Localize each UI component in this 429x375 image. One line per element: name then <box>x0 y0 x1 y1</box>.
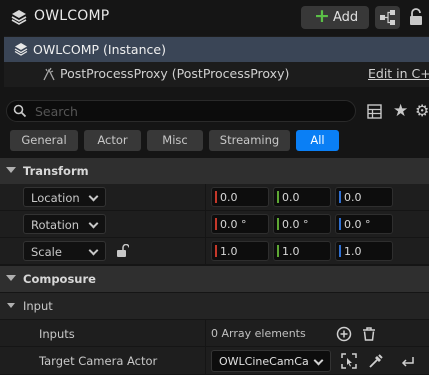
chevron-down-icon <box>88 218 99 229</box>
hierarchy-icon <box>380 10 395 25</box>
collapse-arrow-icon <box>6 167 16 173</box>
layers-icon <box>14 43 28 56</box>
postprocess-icon <box>43 67 55 81</box>
tree-item-label: PostProcessProxy (PostProcessProxy) <box>60 66 290 81</box>
trash-icon[interactable] <box>361 326 377 342</box>
collapse-arrow-icon <box>7 303 15 308</box>
location-y-field[interactable]: 0.0 <box>273 187 331 207</box>
location-y-value: 0.0 <box>282 191 300 204</box>
actor-title: OWLCOMP <box>34 8 110 24</box>
target-camera-actor-dropdown[interactable]: OWLCineCamCapture <box>211 350 331 372</box>
tab-misc[interactable]: Misc <box>147 130 203 151</box>
layers-icon <box>11 10 27 25</box>
y-axis-indicator <box>277 191 279 203</box>
property-row-rotation: Rotation 0.0 ° 0.0 ° 0.0 ° <box>0 211 429 238</box>
tab-actor[interactable]: Actor <box>84 130 141 151</box>
add-element-icon[interactable] <box>336 326 352 342</box>
subsection-title: Input <box>23 299 53 313</box>
rotation-y-value: 0.0 ° <box>282 218 309 231</box>
tree-item-root[interactable]: OWLCOMP (Instance) <box>4 37 429 62</box>
inputs-array-count: 0 Array elements <box>211 327 306 340</box>
search-input[interactable]: Search <box>6 100 356 122</box>
property-matrix-icon[interactable] <box>367 104 382 119</box>
scale-x-value: 1.0 <box>220 245 238 258</box>
tab-general[interactable]: General <box>10 130 78 151</box>
y-axis-indicator <box>277 218 279 230</box>
section-composure[interactable]: Composure <box>0 266 429 292</box>
location-x-value: 0.0 <box>220 191 238 204</box>
property-row-inputs: Inputs 0 Array elements <box>0 320 429 347</box>
scale-x-field[interactable]: 1.0 <box>211 241 269 261</box>
blueprint-button[interactable] <box>375 6 400 29</box>
location-x-field[interactable]: 0.0 <box>211 187 269 207</box>
gear-icon[interactable]: ⚙ <box>415 101 429 120</box>
eyedropper-icon[interactable] <box>368 353 384 369</box>
z-axis-indicator <box>339 218 341 230</box>
tree-item-postprocess[interactable]: PostProcessProxy (PostProcessProxy) Edit… <box>4 62 429 86</box>
tab-streaming[interactable]: Streaming <box>209 130 290 151</box>
section-title: Composure <box>23 272 96 286</box>
rotation-x-field[interactable]: 0.0 ° <box>211 214 269 234</box>
column-divider <box>205 320 206 347</box>
subsection-input[interactable]: Input <box>0 293 429 319</box>
x-axis-indicator <box>215 191 217 203</box>
location-z-value: 0.0 <box>344 191 362 204</box>
location-label: Location <box>31 191 80 205</box>
scale-mode-dropdown[interactable]: Scale <box>23 241 106 261</box>
tab-all[interactable]: All <box>296 130 339 151</box>
add-button-label: Add <box>333 10 359 25</box>
unlock-icon[interactable] <box>117 244 129 258</box>
location-mode-dropdown[interactable]: Location <box>23 187 106 207</box>
column-divider <box>205 184 206 211</box>
rotation-z-field[interactable]: 0.0 ° <box>335 214 393 234</box>
tree-item-label: OWLCOMP (Instance) <box>33 42 166 57</box>
rotation-label: Rotation <box>31 218 80 232</box>
column-divider <box>205 211 206 238</box>
location-z-field[interactable]: 0.0 <box>335 187 393 207</box>
property-row-scale: Scale 1.0 1.0 1.0 <box>0 238 429 265</box>
column-divider <box>205 347 206 374</box>
target-camera-value: OWLCineCamCapture <box>219 355 309 368</box>
y-axis-indicator <box>277 245 279 257</box>
search-placeholder: Search <box>35 104 78 119</box>
x-axis-indicator <box>215 245 217 257</box>
column-divider <box>205 238 206 265</box>
property-row-target-camera: Target Camera Actor OWLCineCamCapture <box>0 347 429 375</box>
scale-y-field[interactable]: 1.0 <box>273 241 331 261</box>
z-axis-indicator <box>339 245 341 257</box>
filter-tabs: General Actor Misc Streaming All <box>0 130 429 154</box>
scale-z-value: 1.0 <box>344 245 362 258</box>
search-icon <box>13 104 27 118</box>
select-actor-icon[interactable] <box>341 353 357 369</box>
z-axis-indicator <box>339 191 341 203</box>
rotation-x-value: 0.0 ° <box>220 218 247 231</box>
chevron-down-icon <box>88 191 99 202</box>
inputs-label: Inputs <box>39 327 75 341</box>
details-header: OWLCOMP + Add <box>0 0 429 36</box>
search-bar-area: Search <box>0 92 429 130</box>
star-icon[interactable]: ★ <box>393 101 408 121</box>
rotation-mode-dropdown[interactable]: Rotation <box>23 214 106 234</box>
property-row-location: Location 0.0 0.0 0.0 <box>0 184 429 211</box>
section-transform[interactable]: Transform <box>0 158 429 184</box>
rotation-z-value: 0.0 ° <box>344 218 371 231</box>
edit-in-cpp-link[interactable]: Edit in C++ <box>368 66 429 81</box>
scale-label: Scale <box>31 245 62 259</box>
scale-z-field[interactable]: 1.0 <box>335 241 393 261</box>
chevron-down-icon <box>88 245 99 256</box>
plus-icon: + <box>314 5 330 27</box>
add-component-button[interactable]: + Add <box>301 5 369 29</box>
chevron-down-icon <box>313 355 324 366</box>
rotation-y-field[interactable]: 0.0 ° <box>273 214 331 234</box>
lock-icon[interactable] <box>409 8 423 26</box>
collapse-arrow-icon <box>6 275 16 281</box>
target-camera-label: Target Camera Actor <box>39 354 158 368</box>
x-axis-indicator <box>215 218 217 230</box>
reset-arrow-icon[interactable] <box>400 353 416 369</box>
scale-y-value: 1.0 <box>282 245 300 258</box>
section-title: Transform <box>23 164 89 178</box>
